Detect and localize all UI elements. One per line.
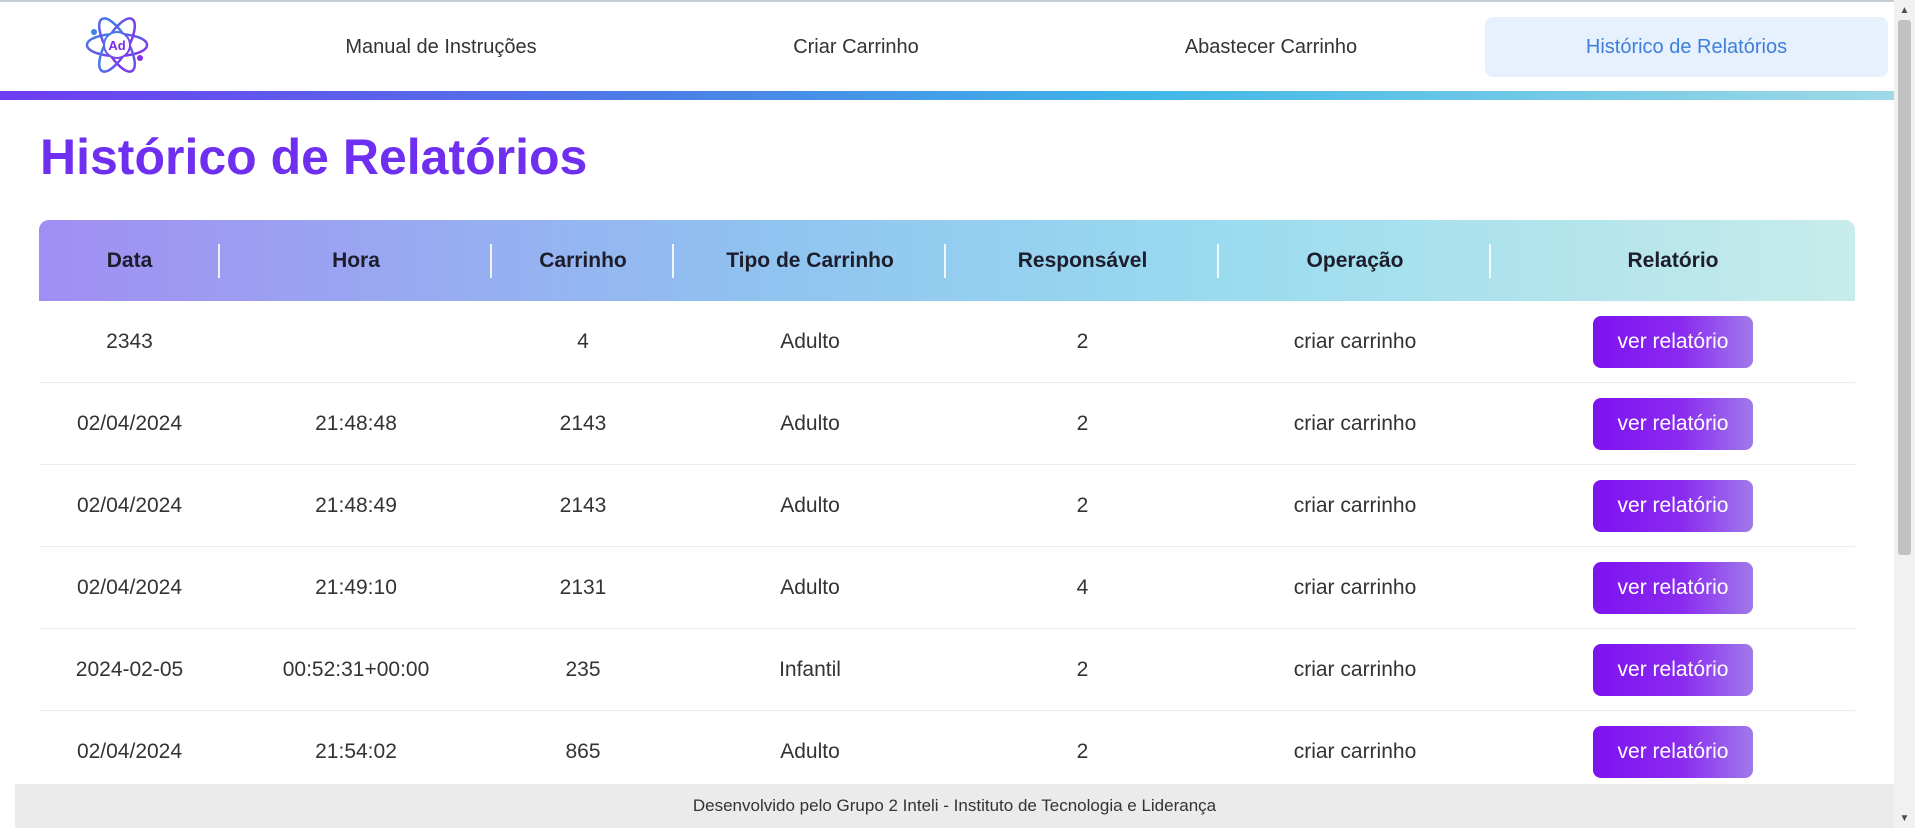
nav-item-historico[interactable]: Histórico de Relatórios	[1485, 17, 1888, 77]
header-relatorio: Relatório	[1627, 248, 1719, 272]
cell-relatorio: ver relatório	[1491, 547, 1855, 629]
cell-tipo: Adulto	[780, 411, 840, 435]
cell-carrinho: 2131	[559, 575, 607, 599]
cell-responsavel: 2	[1076, 739, 1089, 763]
cell-relatorio: ver relatório	[1491, 629, 1855, 711]
triangle-down-icon[interactable]: ▼	[1894, 808, 1915, 828]
table-row: 2343 4 Adulto 2 criar carrinho ver relat…	[39, 301, 1855, 383]
cell-hora	[220, 301, 492, 383]
vertical-scrollbar[interactable]: ▲ ▼	[1894, 0, 1915, 828]
cell-data: 2343	[106, 329, 153, 353]
cell-relatorio: ver relatório	[1491, 301, 1855, 383]
cell-relatorio: ver relatório	[1491, 465, 1855, 547]
cell-tipo: Infantil	[779, 657, 841, 681]
cell-carrinho: 2143	[559, 411, 607, 435]
nav-gradient-bar	[0, 91, 1894, 100]
ver-relatorio-button[interactable]: ver relatório	[1593, 561, 1753, 614]
cell-relatorio: ver relatório	[1491, 383, 1855, 465]
header-operacao: Operação	[1219, 220, 1491, 301]
cell-tipo: Adulto	[780, 493, 840, 517]
cell-carrinho: 865	[565, 739, 601, 763]
ver-relatorio-button[interactable]: ver relatório	[1593, 643, 1753, 696]
cell-data: 2024-02-05	[75, 657, 184, 681]
table-row: 02/04/2024 21:48:48 2143 Adulto 2 criar …	[39, 383, 1855, 465]
cell-data: 02/04/2024	[76, 411, 183, 435]
ver-relatorio-button[interactable]: ver relatório	[1593, 397, 1753, 450]
svg-text:Ad: Ad	[108, 38, 125, 53]
header-responsavel: Responsável	[946, 220, 1219, 301]
cell-data: 02/04/2024	[76, 739, 183, 763]
ver-relatorio-button[interactable]: ver relatório	[1593, 315, 1753, 368]
cell-responsavel: 2	[1076, 493, 1089, 517]
header-tipo-carrinho: Tipo de Carrinho	[674, 220, 946, 301]
cell-responsavel: 4	[1076, 575, 1089, 599]
table-row: 02/04/2024 21:48:49 2143 Adulto 2 criar …	[39, 465, 1855, 547]
nav-item-abastecer-carrinho[interactable]: Abastecer Carrinho	[1106, 17, 1436, 77]
scrollbar-thumb[interactable]	[1898, 20, 1911, 555]
table-row: 02/04/2024 21:49:10 2131 Adulto 4 criar …	[39, 547, 1855, 629]
cell-hora: 21:54:02	[315, 739, 397, 763]
page: Ad Manual de Instruções Criar Carrinho A…	[0, 0, 1915, 828]
triangle-up-icon[interactable]: ▲	[1894, 0, 1915, 20]
cell-hora: 21:49:10	[315, 575, 397, 599]
cell-carrinho: 2143	[559, 493, 607, 517]
footer: Desenvolvido pelo Grupo 2 Inteli - Insti…	[15, 784, 1894, 828]
cell-operacao: criar carrinho	[1293, 657, 1417, 681]
cell-hora: 21:48:49	[315, 493, 397, 517]
ver-relatorio-button[interactable]: ver relatório	[1593, 725, 1753, 778]
cell-responsavel: 2	[1076, 329, 1089, 353]
table-header: Data Hora Carrinho Tipo de Carrinho Resp…	[39, 220, 1855, 301]
ver-relatorio-button[interactable]: ver relatório	[1593, 479, 1753, 532]
cell-responsavel: 2	[1076, 657, 1089, 681]
cell-operacao: criar carrinho	[1293, 739, 1417, 763]
atom-logo-icon[interactable]: Ad	[84, 12, 150, 78]
cell-hora: 00:52:31+00:00	[282, 657, 430, 681]
cell-hora: 21:48:48	[315, 411, 397, 435]
cell-carrinho: 235	[565, 657, 601, 681]
cell-operacao: criar carrinho	[1293, 493, 1417, 517]
header-data: Data	[39, 220, 220, 301]
cell-data: 02/04/2024	[76, 493, 183, 517]
nav-item-criar-carrinho[interactable]: Criar Carrinho	[691, 17, 1021, 77]
cell-data: 02/04/2024	[76, 575, 183, 599]
table-row: 2024-02-05 00:52:31+00:00 235 Infantil 2…	[39, 629, 1855, 711]
cell-operacao: criar carrinho	[1293, 329, 1417, 353]
cell-operacao: criar carrinho	[1293, 411, 1417, 435]
cell-relatorio: ver relatório	[1491, 711, 1855, 793]
reports-table: Data Hora Carrinho Tipo de Carrinho Resp…	[39, 220, 1855, 793]
cell-tipo: Adulto	[780, 329, 840, 353]
table-row: 02/04/2024 21:54:02 865 Adulto 2 criar c…	[39, 711, 1855, 793]
cell-operacao: criar carrinho	[1293, 575, 1417, 599]
cell-responsavel: 2	[1076, 411, 1089, 435]
cell-tipo: Adulto	[780, 575, 840, 599]
footer-text: Desenvolvido pelo Grupo 2 Inteli - Insti…	[692, 796, 1217, 815]
cell-tipo: Adulto	[780, 739, 840, 763]
nav-item-manual[interactable]: Manual de Instruções	[276, 17, 606, 77]
page-title: Histórico de Relatórios	[40, 129, 588, 185]
cell-carrinho: 4	[577, 329, 589, 353]
navbar: Ad Manual de Instruções Criar Carrinho A…	[0, 2, 1894, 92]
header-hora: Hora	[220, 220, 492, 301]
header-carrinho: Carrinho	[492, 220, 674, 301]
